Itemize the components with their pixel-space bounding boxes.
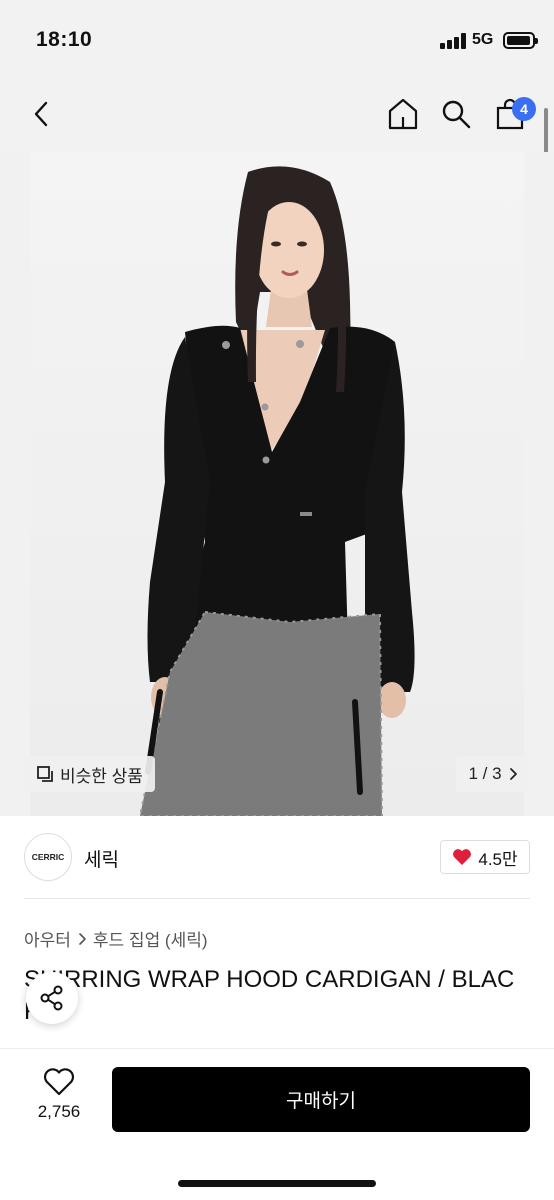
- product-image-carousel[interactable]: 비슷한 상품 1 / 3: [0, 152, 554, 816]
- similar-products-button[interactable]: 비슷한 상품: [24, 756, 155, 792]
- chevron-left-icon: [34, 101, 48, 127]
- section-divider: [24, 898, 530, 899]
- cart-count-badge: 4: [512, 97, 536, 121]
- back-button[interactable]: [20, 92, 64, 136]
- image-pager[interactable]: 1 / 3: [456, 756, 530, 792]
- status-bar: 18:10 5G: [0, 0, 554, 80]
- breadcrumb: 아우터 후드 집업 (세릭): [24, 926, 208, 951]
- battery-icon: [503, 32, 538, 49]
- brand-name[interactable]: 세릭: [84, 845, 119, 872]
- top-nav: 4: [0, 80, 554, 152]
- heart-filled-icon: [453, 849, 472, 865]
- search-button[interactable]: [434, 92, 478, 136]
- similar-icon: [37, 766, 53, 782]
- brand-like-button[interactable]: 4.5만: [440, 840, 530, 874]
- brand-like-count: 4.5만: [478, 849, 518, 869]
- brand-logo[interactable]: CERRIC: [24, 833, 72, 881]
- bottom-bar-divider: [0, 1048, 554, 1049]
- heart-outline-icon: [43, 1068, 75, 1096]
- pager-label: 1 / 3: [468, 764, 502, 783]
- breadcrumb-category[interactable]: 아우터: [24, 926, 71, 951]
- status-time: 18:10: [36, 28, 93, 51]
- network-label: 5G: [472, 31, 494, 48]
- home-icon: [388, 98, 418, 130]
- wishlist-button[interactable]: 2,756: [28, 1068, 90, 1130]
- buy-button[interactable]: 구매하기: [112, 1067, 530, 1132]
- product-title: SHIRRING WRAP HOOD CARDIGAN / BLACK: [24, 966, 515, 1025]
- wishlist-count: 2,756: [37, 1102, 81, 1121]
- share-button[interactable]: [26, 972, 78, 1024]
- home-button[interactable]: [381, 92, 425, 136]
- breadcrumb-subcategory[interactable]: 후드 집업 (세릭): [93, 926, 208, 951]
- chevron-right-icon: [79, 932, 86, 945]
- share-icon: [40, 985, 63, 1011]
- brand-row: CERRIC 세릭 4.5만: [0, 816, 554, 900]
- signal-icon: [440, 33, 466, 49]
- search-icon: [442, 100, 471, 129]
- similar-products-label: 비슷한 상품: [60, 766, 143, 786]
- home-indicator: [178, 1180, 376, 1187]
- chevron-right-icon: [509, 768, 517, 780]
- cart-button[interactable]: 4: [488, 92, 536, 136]
- product-photo: [138, 166, 415, 816]
